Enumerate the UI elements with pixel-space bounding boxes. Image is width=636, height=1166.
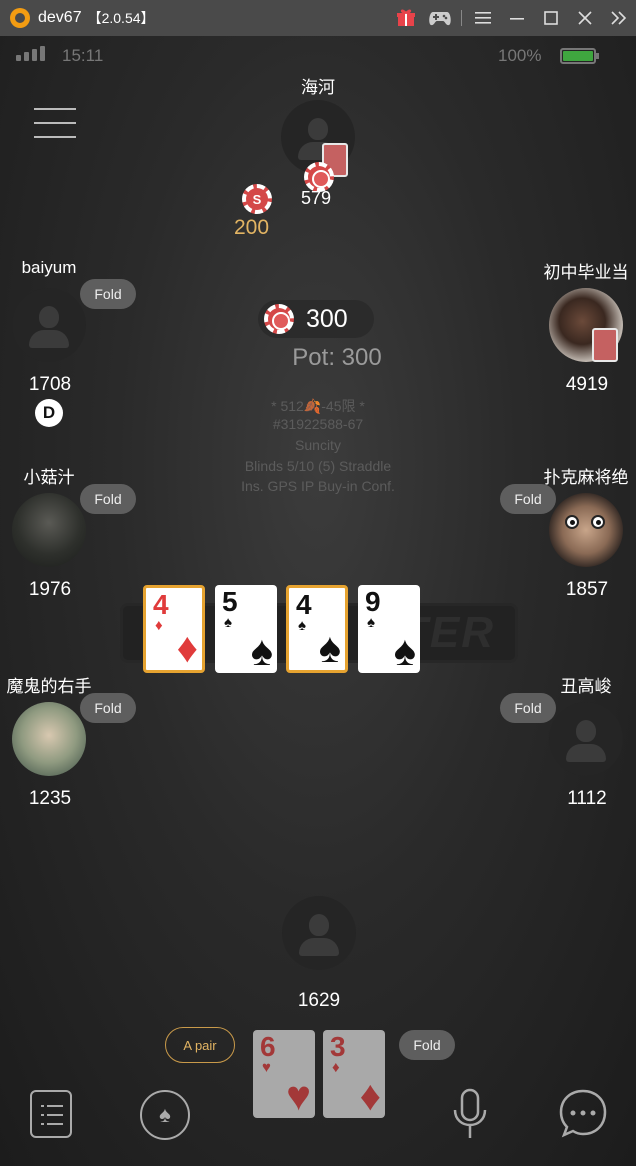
poker-table: 15:11 100% TER 海河 579 S 200 300 Pot: 300…: [0, 36, 636, 1166]
club-name: Suncity: [295, 437, 341, 453]
gamepad-icon[interactable]: [423, 0, 457, 36]
fold-badge-xiaogu: Fold: [80, 484, 136, 514]
stack-xiaogu: 1976: [28, 579, 72, 600]
app-version: 【2.0.54】: [87, 10, 155, 26]
fold-badge-hero: Fold: [399, 1030, 455, 1060]
list-icon[interactable]: [30, 1090, 72, 1138]
player-name-chuzhong: 初中毕业当: [543, 263, 629, 282]
table-menu-button[interactable]: [34, 108, 76, 140]
avatar-xiaogu[interactable]: [12, 493, 86, 567]
player-name-top: 海河: [301, 78, 335, 97]
pot-total: Pot: 300: [292, 344, 382, 371]
avatar-hero[interactable]: [282, 896, 356, 970]
board-card: 4 ♦ ♦: [143, 585, 205, 673]
avatar-mogui[interactable]: [12, 702, 86, 776]
battery-percent: 100%: [498, 46, 542, 65]
table-id: #31922588-67: [272, 416, 364, 432]
avatar-puke[interactable]: [549, 493, 623, 567]
hero-card[interactable]: 6 ♥ ♥: [253, 1030, 315, 1118]
app-name: dev67: [38, 9, 82, 26]
spade-icon[interactable]: ♠: [140, 1090, 190, 1140]
board-card: 5 ♠ ♠: [215, 585, 277, 673]
signal-icon: [16, 46, 45, 61]
status-time: 15:11: [62, 46, 104, 65]
fold-badge-chou: Fold: [500, 693, 556, 723]
stack-top: 579: [301, 188, 332, 208]
straddle-chip-icon: S: [242, 184, 272, 214]
current-bet-pill: 300: [258, 300, 374, 338]
pot-chip-icon: [264, 304, 294, 334]
hole-cards-chuzhong: [592, 328, 618, 362]
expand-icon[interactable]: [602, 0, 636, 36]
fold-badge-baiyum: Fold: [80, 279, 136, 309]
maximize-icon[interactable]: [534, 0, 568, 36]
hand-strength-badge: A pair: [165, 1027, 235, 1063]
window-title-bar: dev67 【2.0.54】: [0, 0, 636, 36]
stack-chuzhong: 4919: [565, 374, 609, 395]
straddle-bet-amount: 200: [234, 216, 270, 239]
avatar-chou[interactable]: [549, 702, 623, 776]
battery-icon: [560, 48, 599, 64]
stack-puke: 1857: [565, 579, 609, 600]
close-icon[interactable]: [568, 0, 602, 36]
minimize-icon[interactable]: [500, 0, 534, 36]
player-name-baiyum: baiyum: [21, 258, 77, 277]
table-rules: Ins. GPS IP Buy-in Conf.: [241, 478, 395, 494]
board-card: 9 ♠ ♠: [358, 585, 420, 673]
hero-card[interactable]: 3 ♦ ♦: [323, 1030, 385, 1118]
current-bet-value: 300: [306, 305, 348, 333]
stack-mogui: 1235: [28, 788, 72, 809]
board-card: 4 ♠ ♠: [286, 585, 348, 673]
title-separator: [461, 10, 462, 26]
mic-icon[interactable]: [450, 1088, 490, 1144]
chat-icon[interactable]: [558, 1088, 608, 1138]
menu-icon[interactable]: [466, 0, 500, 36]
stack-baiyum: 1708: [28, 374, 72, 395]
fold-badge-mogui: Fold: [80, 693, 136, 723]
gift-icon[interactable]: [389, 0, 423, 36]
dealer-button: D: [35, 399, 63, 427]
stack-chou: 1112: [567, 788, 607, 809]
fold-badge-puke: Fold: [500, 484, 556, 514]
avatar-baiyum[interactable]: [12, 288, 86, 362]
app-logo-icon: [10, 8, 30, 28]
table-info-line1: * 512🍂-45限 *: [271, 398, 365, 414]
stack-hero: 1629: [297, 990, 341, 1011]
blinds-info: Blinds 5/10 (5) Straddle: [244, 458, 392, 474]
